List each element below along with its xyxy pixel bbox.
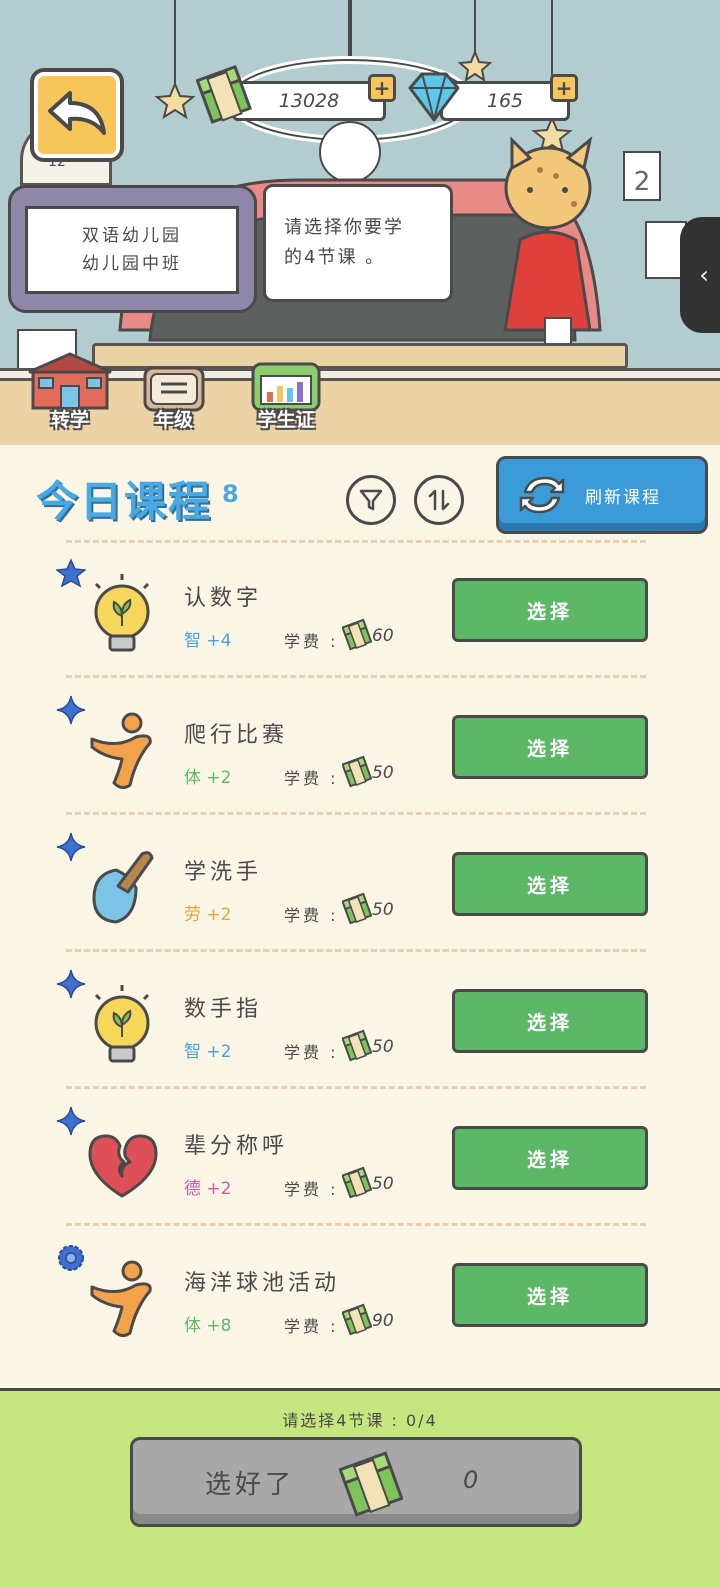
select-course-button[interactable]: 选择: [452, 852, 648, 916]
course-name: 海洋球池活动: [184, 1271, 341, 1296]
courses-count: 8: [222, 480, 239, 508]
fee-value: 50: [372, 1037, 394, 1057]
select-course-button[interactable]: 选择: [452, 1126, 648, 1190]
diamond-icon: [408, 72, 460, 122]
course-name: 学洗手: [184, 860, 263, 885]
course-name: 认数字: [184, 586, 263, 611]
course-row: 辈分称呼 德 +2 学费 : 50 选择: [0, 1086, 720, 1223]
course-stat: 劳 +2: [184, 905, 232, 925]
refresh-icon: [519, 476, 565, 514]
course-stat: 德 +2: [184, 1179, 232, 1199]
bubble-line-1: 请选择你要学: [284, 217, 404, 238]
fee-value: 50: [372, 900, 394, 920]
athlete-icon: [90, 1260, 152, 1338]
school-sign-board: 双语幼儿园 幼儿园中班: [25, 206, 239, 294]
money-stack-icon: [342, 1166, 372, 1199]
lightbulb-icon: [94, 574, 150, 652]
nav-label-transfer: 转学: [50, 409, 89, 431]
back-arrow-icon: [48, 91, 106, 135]
fee-value: 50: [372, 1174, 394, 1194]
star-icon: [56, 558, 86, 588]
select-course-button[interactable]: 选择: [452, 1263, 648, 1327]
selection-hint: 请选择4节课 : 0/4: [282, 1411, 438, 1430]
money-stack-icon: [342, 1303, 372, 1336]
nav-label-grade: 年级: [154, 409, 193, 431]
fee-value: 50: [372, 763, 394, 783]
nav-transfer-school[interactable]: 转学: [20, 352, 120, 432]
course-stat: 体 +2: [184, 768, 232, 788]
course-stat: 体 +8: [184, 1316, 232, 1336]
fee-label: 学费 :: [284, 1180, 339, 1199]
gem-amount: 165: [486, 90, 524, 112]
add-money-button[interactable]: +: [368, 74, 396, 102]
nav-student-id[interactable]: 学生证: [236, 352, 336, 432]
select-course-button[interactable]: 选择: [452, 578, 648, 642]
svg-text:2: 2: [634, 167, 651, 197]
nav-grade[interactable]: 年级: [124, 352, 224, 432]
heart-icon: [88, 1134, 158, 1198]
sparkle-icon: [56, 969, 86, 999]
course-row: 认数字 智 +4 学费 : 60 选择: [0, 538, 720, 675]
class-name: 幼儿园中班: [82, 254, 182, 274]
side-panel-toggle[interactable]: ‹: [680, 217, 720, 333]
course-stat: 智 +4: [184, 631, 232, 651]
fee-label: 学费 :: [284, 769, 339, 788]
money-amount: 13028: [278, 90, 340, 112]
fee-label: 学费 :: [284, 1317, 339, 1336]
course-stat: 智 +2: [184, 1042, 232, 1062]
sort-icon: [428, 489, 450, 511]
course-name: 爬行比赛: [184, 723, 289, 748]
sort-button[interactable]: [414, 475, 464, 525]
course-name: 数手指: [184, 997, 263, 1022]
confirm-label: 选好了: [205, 1470, 296, 1500]
fee-label: 学费 :: [284, 906, 339, 925]
classroom-scene: 2 12 13028 + 165 + 双语幼儿园 幼儿园中班 请选择你要学 的4…: [0, 0, 720, 445]
school-sign: 双语幼儿园 幼儿园中班: [8, 185, 257, 313]
fee-value: 60: [372, 626, 394, 646]
confirm-selection-button[interactable]: 选好了 0: [130, 1437, 582, 1527]
bottom-bar: 请选择4节课 : 0/4 选好了 0: [0, 1388, 720, 1587]
athlete-icon: [90, 712, 152, 790]
money-stack-icon: [342, 755, 372, 788]
money-stack-icon: [342, 1029, 372, 1062]
select-course-button[interactable]: 选择: [452, 989, 648, 1053]
school-name: 双语幼儿园: [82, 226, 182, 246]
course-row: 爬行比赛 体 +2 学费 : 50 选择: [0, 675, 720, 812]
course-row: 学洗手 劳 +2 学费 : 50 选择: [0, 812, 720, 949]
money-stack-icon: [342, 892, 372, 925]
courses-title: 今日课程: [36, 477, 213, 526]
gear-badge-icon: [58, 1245, 84, 1271]
add-gems-button[interactable]: +: [550, 74, 578, 102]
chevron-left-icon: ‹: [699, 261, 709, 289]
money-display: 13028: [232, 81, 386, 121]
nav-label-student-id: 学生证: [257, 409, 315, 431]
filter-icon: [359, 489, 383, 511]
school-building-icon: [28, 352, 112, 410]
money-stack-icon: [339, 1451, 403, 1517]
course-row: 海洋球池活动 体 +8 学费 : 90 选择: [0, 1223, 720, 1360]
sparkle-icon: [56, 832, 86, 862]
teacher-speech-bubble: 请选择你要学 的4节课 。: [263, 184, 453, 302]
sparkle-icon: [56, 695, 86, 725]
money-stack-icon: [342, 618, 372, 651]
confirm-cost: 0: [463, 1466, 479, 1494]
fee-label: 学费 :: [284, 632, 339, 651]
course-row: 数手指 智 +2 学费 : 50 选择: [0, 949, 720, 1086]
fee-value: 90: [372, 1311, 394, 1331]
sparkle-icon: [56, 1106, 86, 1136]
course-name: 辈分称呼: [184, 1134, 289, 1159]
lightbulb-icon: [94, 985, 150, 1063]
bubble-line-2: 的4节课 。: [284, 247, 386, 268]
back-button[interactable]: [30, 68, 124, 162]
shovel-icon: [92, 851, 154, 924]
select-course-button[interactable]: 选择: [452, 715, 648, 779]
refresh-courses-button[interactable]: 刷新课程: [496, 456, 708, 534]
filter-button[interactable]: [346, 475, 396, 525]
fee-label: 学费 :: [284, 1043, 339, 1062]
money-stack-icon: [196, 64, 252, 124]
refresh-courses-label: 刷新课程: [585, 487, 661, 508]
